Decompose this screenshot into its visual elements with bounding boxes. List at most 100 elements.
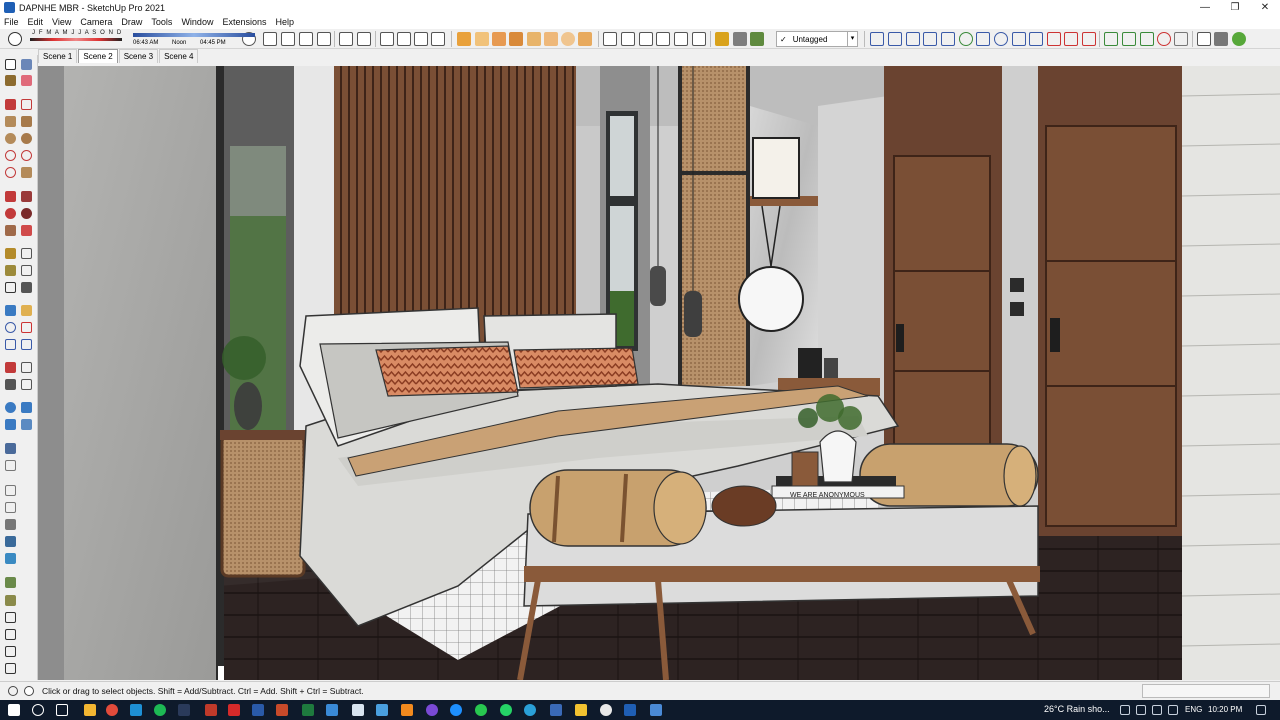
section-cuts-icon[interactable] bbox=[357, 32, 371, 46]
plugin-icon[interactable] bbox=[1232, 32, 1246, 46]
make-component-icon[interactable] bbox=[21, 59, 32, 70]
pan-tool-icon[interactable] bbox=[21, 305, 32, 316]
bedroom-render[interactable]: WE ARE ANONYMOUS bbox=[38, 66, 1280, 680]
protractor-icon[interactable] bbox=[5, 265, 16, 276]
divider-tool-icon[interactable] bbox=[1064, 32, 1078, 46]
start-menu-icon[interactable] bbox=[8, 704, 20, 716]
3d-viewport[interactable]: WE ARE ANONYMOUS bbox=[38, 66, 1280, 680]
polygon-tool-icon[interactable] bbox=[1122, 32, 1136, 46]
star-tool-icon[interactable] bbox=[1140, 32, 1154, 46]
extension-warehouse-icon[interactable] bbox=[750, 32, 764, 46]
line-tool-icon[interactable] bbox=[5, 99, 16, 110]
spotify-icon[interactable] bbox=[154, 704, 166, 716]
style-textured-icon[interactable] bbox=[692, 32, 706, 46]
xray-icon[interactable] bbox=[380, 32, 394, 46]
front-view-icon[interactable] bbox=[492, 32, 506, 46]
close-button[interactable]: ✕ bbox=[1250, 0, 1280, 15]
edge-icon[interactable] bbox=[130, 704, 142, 716]
menu-window[interactable]: Window bbox=[181, 17, 213, 27]
app-icon-6[interactable] bbox=[600, 704, 612, 716]
pie-icon[interactable] bbox=[21, 167, 32, 178]
section-fill-icon[interactable] bbox=[339, 32, 353, 46]
3d-text-icon[interactable] bbox=[21, 282, 32, 293]
previous-view-icon[interactable] bbox=[21, 339, 32, 350]
measurements-box[interactable] bbox=[1142, 684, 1270, 698]
app-icon-4[interactable] bbox=[550, 704, 562, 716]
sandbox-from-contours-icon[interactable] bbox=[5, 402, 16, 413]
light-switch-2[interactable] bbox=[1010, 302, 1024, 316]
3d-warehouse-icon[interactable] bbox=[733, 32, 747, 46]
iso-view-icon[interactable] bbox=[457, 32, 471, 46]
task-view-icon[interactable] bbox=[56, 704, 68, 716]
home-icon[interactable] bbox=[5, 612, 16, 623]
three-point-arc-icon[interactable] bbox=[5, 167, 16, 178]
zoom-tool-icon[interactable] bbox=[5, 322, 16, 333]
select-tool-icon[interactable] bbox=[5, 59, 16, 70]
layers-icon[interactable] bbox=[5, 553, 16, 564]
bottom-view-icon[interactable] bbox=[561, 32, 575, 46]
ellipse-tool-icon[interactable] bbox=[1012, 32, 1026, 46]
smoove-icon[interactable] bbox=[5, 419, 16, 430]
house-outline-icon[interactable] bbox=[5, 646, 16, 657]
menu-edit[interactable]: Edit bbox=[28, 17, 44, 27]
tab-scene-1[interactable]: Scene 1 bbox=[38, 49, 78, 63]
freehand-tool-icon[interactable] bbox=[1104, 32, 1118, 46]
wood-door-right[interactable] bbox=[1045, 125, 1177, 527]
cubic-tool-icon[interactable] bbox=[1082, 32, 1096, 46]
parabola-tool-icon[interactable] bbox=[1029, 32, 1043, 46]
acrobat-icon[interactable] bbox=[205, 704, 217, 716]
zoom-extents-tool-icon[interactable] bbox=[5, 339, 16, 350]
rotate-icon[interactable] bbox=[5, 208, 16, 219]
catmull-tool-icon[interactable] bbox=[941, 32, 955, 46]
style-monochrome-icon[interactable] bbox=[656, 32, 670, 46]
camera-position-icon[interactable] bbox=[603, 32, 617, 46]
app-icon-1[interactable] bbox=[326, 704, 338, 716]
menu-file[interactable]: File bbox=[4, 17, 19, 27]
excel-icon[interactable] bbox=[302, 704, 314, 716]
offset-icon[interactable] bbox=[21, 225, 32, 236]
zoom-window-icon[interactable] bbox=[21, 322, 32, 333]
layout-send-icon[interactable] bbox=[1214, 32, 1228, 46]
app-icon-3[interactable] bbox=[376, 704, 388, 716]
profile-builder-icon[interactable] bbox=[1197, 32, 1211, 46]
whatsapp-icon[interactable] bbox=[500, 704, 512, 716]
lightroom-icon[interactable] bbox=[178, 704, 190, 716]
door-handle[interactable] bbox=[896, 324, 904, 352]
sketchup-taskbar-icon[interactable] bbox=[624, 704, 636, 716]
spiral-tool-icon[interactable] bbox=[1157, 32, 1171, 46]
language-indicator[interactable]: ENG bbox=[1185, 705, 1202, 714]
battery-icon[interactable] bbox=[1152, 705, 1162, 715]
solid-intersect-icon[interactable] bbox=[5, 460, 16, 471]
look-around-tool-icon[interactable] bbox=[21, 362, 32, 373]
rectangle-icon[interactable] bbox=[5, 116, 16, 127]
walk-tool-icon[interactable] bbox=[5, 379, 16, 390]
push-pull-icon[interactable] bbox=[21, 191, 32, 202]
viber-icon[interactable] bbox=[426, 704, 438, 716]
shadow-date-slider[interactable] bbox=[30, 38, 122, 41]
dimension-icon[interactable] bbox=[21, 248, 32, 259]
orbit-tool-icon[interactable] bbox=[5, 305, 16, 316]
two-point-arc-icon[interactable] bbox=[21, 150, 32, 161]
search-icon[interactable] bbox=[32, 704, 44, 716]
walk-icon[interactable] bbox=[621, 32, 635, 46]
shadow-settings-widget[interactable]: J F M A M J J A S O N D 06:43 AM Noon 04… bbox=[28, 30, 255, 48]
menu-tools[interactable]: Tools bbox=[151, 17, 172, 27]
move-tool-icon[interactable] bbox=[5, 191, 16, 202]
pan-icon[interactable] bbox=[281, 32, 295, 46]
paint-bucket-icon[interactable] bbox=[5, 75, 16, 86]
rectangle-tool-icon[interactable] bbox=[976, 32, 990, 46]
look-around-icon[interactable] bbox=[639, 32, 653, 46]
circle-tool-icon[interactable] bbox=[994, 32, 1008, 46]
orbit-icon[interactable] bbox=[263, 32, 277, 46]
shadow-time-slider[interactable] bbox=[133, 33, 255, 37]
telegram-icon[interactable] bbox=[524, 704, 536, 716]
notifications-icon[interactable] bbox=[1256, 705, 1266, 715]
arc-icon[interactable] bbox=[5, 150, 16, 161]
print-icon[interactable] bbox=[5, 629, 16, 640]
chrome-icon[interactable] bbox=[106, 704, 118, 716]
zoom-extents-icon[interactable] bbox=[317, 32, 331, 46]
autocad-icon[interactable] bbox=[228, 704, 240, 716]
info-icon[interactable] bbox=[8, 686, 18, 696]
polygon-icon[interactable] bbox=[21, 133, 32, 144]
app-icon-5[interactable] bbox=[575, 704, 587, 716]
